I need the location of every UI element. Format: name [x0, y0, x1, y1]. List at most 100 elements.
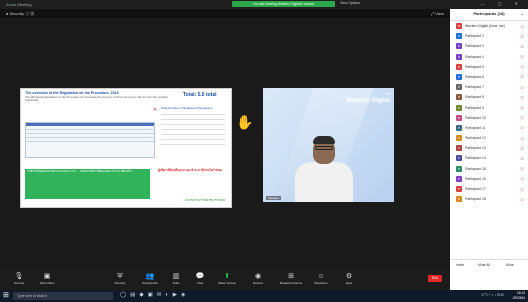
participants-title-text: Participants (18) — [473, 11, 505, 16]
more-button[interactable]: More — [506, 263, 514, 267]
participant-row[interactable]: W Western Digital (Host, me) 🎙̸ — [450, 21, 528, 31]
participants-button[interactable]: 👥 Participants — [137, 272, 163, 285]
close-icon: ✕ — [153, 107, 158, 113]
speaker-name-tag: Speaker — [266, 196, 282, 200]
participant-row[interactable]: P Participant 15 🎙̸ — [450, 164, 528, 174]
participant-row[interactable]: P Participant 7 🎙̸ — [450, 82, 528, 92]
participant-row[interactable]: P Participant 18 🎙̸ — [450, 194, 528, 204]
participant-name: Participant 13 — [465, 146, 486, 151]
participant-row[interactable]: P Participant 17 🎙̸ — [450, 184, 528, 194]
avatar: P — [456, 186, 462, 192]
slide-footer: ฝ่ายวิเคราะห์ กรมสรรพากร 2563 — [185, 198, 225, 202]
muted-mic-icon[interactable]: 🎙̸ — [520, 156, 523, 161]
avatar: P — [456, 104, 462, 111]
speaker-shirt — [295, 162, 353, 202]
meeting-toolbar: 🎙 Unmute ▣ Start Video ⛨ Security 👥 Particip… — [0, 270, 450, 290]
muted-mic-icon[interactable]: 🎙̸ — [520, 166, 523, 171]
muted-mic-icon[interactable]: 🎙̸ — [520, 44, 523, 49]
record-icon: ◉ — [254, 273, 262, 280]
windows-start-icon[interactable]: ⊞ — [3, 292, 9, 300]
invite-button[interactable]: Invite — [456, 263, 464, 267]
avatar: P — [456, 84, 462, 91]
muted-mic-icon[interactable]: 🎙̸ — [520, 125, 523, 130]
start-video-button[interactable]: ▣ Start Video — [34, 272, 60, 285]
participant-row[interactable]: P Participant 11 🎙̸ — [450, 123, 528, 133]
muted-mic-icon[interactable]: 🎙̸ — [520, 187, 523, 192]
breakout-rooms-button[interactable]: ⊞ Breakout Rooms — [278, 272, 304, 285]
avatar: P — [456, 33, 462, 40]
participant-name: Participant 12 — [465, 136, 486, 141]
muted-mic-icon[interactable]: 🎙̸ — [520, 34, 523, 39]
muted-mic-icon[interactable]: 🎙̸ — [520, 105, 523, 110]
microphone-icon: 🎙 — [14, 273, 24, 280]
participant-name: Participant 5 — [465, 64, 484, 69]
participants-list: W Western Digital (Host, me) 🎙̸ P Participan… — [450, 21, 528, 204]
muted-mic-icon[interactable]: 🎙̸ — [520, 197, 523, 202]
windows-taskbar: ⊞ Type here to search ◯▤◆▣✉◐▶◈ 27°C ^ ◐ … — [0, 290, 528, 302]
participant-row[interactable]: P Participant 9 🎙̸ — [450, 103, 528, 113]
muted-mic-icon[interactable]: 🎙̸ — [520, 115, 523, 120]
security-button[interactable]: ⛨ Security — [107, 272, 133, 285]
muted-mic-icon[interactable]: 🎙̸ — [520, 24, 523, 29]
screen-share-banner: You are viewing Western Digital's screen — [232, 1, 335, 7]
meeting-info-icons[interactable]: ● Security ⓘ ▦ — [6, 11, 34, 17]
participant-row[interactable]: P Participant 5 🎙̸ — [450, 62, 528, 72]
window-titlebar: Zoom Meeting You are viewing Western Dig… — [0, 0, 528, 9]
muted-mic-icon[interactable]: 🎙̸ — [520, 95, 523, 100]
participant-row[interactable]: P Participant 10 🎙̸ — [450, 113, 528, 123]
polls-button[interactable]: ▥ Polls — [163, 272, 189, 285]
avatar: P — [456, 43, 462, 50]
chat-button[interactable]: 💬 Chat — [187, 272, 213, 285]
taskbar-app-icons[interactable]: ◯▤◆▣✉◐▶◈ — [120, 292, 189, 298]
poll-icon: ▥ — [172, 273, 180, 280]
participant-row[interactable]: P Participant 6 🎙̸ — [450, 72, 528, 82]
shared-screen-stage: The overview of the Regulation on the Pr… — [0, 18, 450, 270]
clock-date: 2/9/2564 — [512, 295, 525, 300]
participant-row[interactable]: P Participant 13 🎙̸ — [450, 143, 528, 153]
app-title: Zoom Meeting — [6, 2, 32, 7]
muted-mic-icon[interactable]: 🎙̸ — [520, 176, 523, 181]
muted-mic-icon[interactable]: 🎙̸ — [520, 74, 523, 79]
system-tray[interactable]: 27°C ^ ◐ ♪ ENG — [481, 293, 504, 297]
avatar: P — [456, 196, 462, 203]
apps-button[interactable]: ⚙ Apps — [336, 272, 362, 285]
view-options-button[interactable]: View Options — [340, 1, 360, 5]
muted-mic-icon[interactable]: 🎙̸ — [520, 54, 523, 59]
muted-mic-icon[interactable]: 🎙̸ — [520, 64, 523, 69]
record-button[interactable]: ◉ Record — [245, 272, 271, 285]
table-row — [26, 138, 154, 142]
participant-name: Participant 15 — [465, 166, 486, 171]
camera-icon: ▣ — [43, 273, 51, 280]
participants-footer: Invite Mute All More — [450, 259, 528, 270]
participant-row[interactable]: P Participant 14 🎙̸ — [450, 153, 528, 163]
window-controls[interactable]: — ▢ ✕ — [481, 1, 524, 6]
participant-name: Participant 17 — [465, 187, 486, 191]
participant-row[interactable]: P Participant 4 🎙̸ — [450, 52, 528, 62]
share-screen-button[interactable]: ⬆ Share Screen — [214, 272, 240, 285]
participant-row[interactable]: P Participant 3 🎙̸ — [450, 41, 528, 51]
participant-row[interactable]: P Participant 2 🎙̸ — [450, 31, 528, 41]
participant-name: Participant 16 — [465, 176, 486, 181]
mute-all-button[interactable]: Mute All — [478, 263, 490, 267]
end-meeting-button[interactable]: End — [428, 275, 442, 282]
speaker-video[interactable]: WD Western Digital Speaker — [263, 88, 394, 202]
muted-mic-icon[interactable]: 🎙̸ — [520, 146, 523, 151]
slide-total-badge: Total: 5.5 total — [183, 92, 217, 98]
reactions-button[interactable]: ☺ Reactions — [308, 272, 334, 285]
taskbar-clock: 18:10 2/9/2564 — [513, 291, 525, 300]
participant-name: Participant 11 — [465, 125, 486, 130]
participant-row[interactable]: P Participant 8 🎙̸ — [450, 92, 528, 102]
muted-mic-icon[interactable]: 🎙̸ — [520, 136, 523, 141]
participant-row[interactable]: P Participant 16 🎙̸ — [450, 174, 528, 184]
presentation-slide: The overview of the Regulation on the Pr… — [20, 88, 232, 208]
unmute-button[interactable]: 🎙 Unmute — [6, 272, 32, 285]
participant-row[interactable]: P Participant 12 🎙̸ — [450, 133, 528, 143]
muted-mic-icon[interactable]: 🎙̸ — [520, 85, 523, 90]
taskbar-search-input[interactable]: Type here to search — [13, 292, 113, 300]
chevron-down-icon[interactable]: ⌄ — [521, 11, 524, 16]
chat-icon: 💬 — [195, 273, 205, 280]
participant-name: Participant 14 — [465, 156, 486, 161]
avatar: P — [456, 124, 462, 131]
view-button[interactable]: ⤢ View — [431, 11, 444, 16]
avatar: P — [456, 73, 462, 80]
